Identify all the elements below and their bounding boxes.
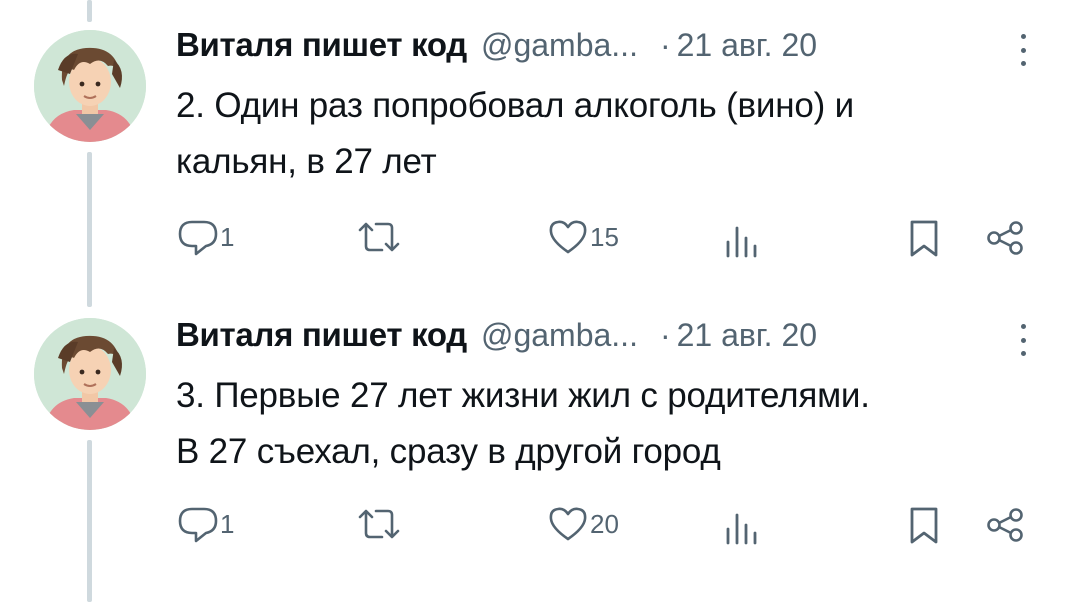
like-count: 20 [590, 508, 619, 539]
share-button[interactable] [984, 220, 1026, 256]
reply-count: 1 [220, 508, 235, 539]
retweet-icon [356, 507, 402, 541]
author-name[interactable]: Виталя пишет код [176, 26, 467, 64]
separator-dot: · [659, 317, 671, 353]
views-icon [724, 511, 760, 545]
tweet-text-line: В 27 съехал, сразу в другой город [176, 432, 721, 471]
reply-icon [178, 505, 218, 543]
bookmark-button[interactable] [908, 505, 940, 545]
tweet-header: Виталя пишет код @gamba... · 21 авг. 20 [176, 316, 817, 356]
like-button[interactable]: 20 [548, 506, 619, 542]
like-icon [548, 219, 588, 255]
avatar[interactable] [34, 318, 146, 430]
separator-dot: · [659, 27, 671, 63]
author-handle[interactable]: @gamba... [481, 317, 638, 354]
tweet[interactable]: Виталя пишет код @gamba... · 21 авг. 20 … [0, 290, 1080, 580]
bookmark-icon [908, 218, 940, 258]
share-icon [984, 507, 1026, 543]
tweet-date[interactable]: 21 авг. 20 [677, 27, 817, 64]
like-icon [548, 506, 588, 542]
tweet-text: 2. Один раз попробовал алкоголь (вино) и… [176, 78, 1056, 190]
tweet-text-line: 2. Один раз попробовал алкоголь (вино) и [176, 86, 854, 125]
views-icon [724, 224, 760, 258]
share-icon [984, 220, 1026, 256]
author-name[interactable]: Виталя пишет код [176, 316, 467, 354]
bookmark-button[interactable] [908, 218, 940, 258]
like-count: 15 [590, 221, 619, 252]
share-button[interactable] [984, 507, 1026, 543]
action-bar: 1 15 [0, 216, 1080, 260]
reply-button[interactable]: 1 [178, 505, 234, 543]
tweet-text-line: 3. Первые 27 лет жизни жил с родителями. [176, 376, 870, 415]
action-bar: 1 20 [0, 503, 1080, 547]
tweet-header: Виталя пишет код @gamba... · 21 авг. 20 [176, 26, 817, 66]
retweet-button[interactable] [356, 220, 404, 254]
reply-icon [178, 218, 218, 256]
retweet-icon [356, 220, 402, 254]
tweet-date[interactable]: 21 авг. 20 [677, 317, 817, 354]
like-button[interactable]: 15 [548, 219, 619, 255]
retweet-button[interactable] [356, 507, 404, 541]
bookmark-icon [908, 505, 940, 545]
tweet[interactable]: Виталя пишет код @gamba... · 21 авг. 20 … [0, 0, 1080, 290]
more-icon[interactable] [1018, 34, 1028, 66]
tweet-text: 3. Первые 27 лет жизни жил с родителями.… [176, 368, 1056, 480]
tweet-text-line: кальян, в 27 лет [176, 142, 437, 181]
avatar[interactable] [34, 30, 146, 142]
reply-button[interactable]: 1 [178, 218, 234, 256]
views-button[interactable] [724, 224, 760, 258]
more-icon[interactable] [1018, 324, 1028, 356]
reply-count: 1 [220, 221, 235, 252]
author-handle[interactable]: @gamba... [481, 27, 638, 64]
views-button[interactable] [724, 511, 760, 545]
